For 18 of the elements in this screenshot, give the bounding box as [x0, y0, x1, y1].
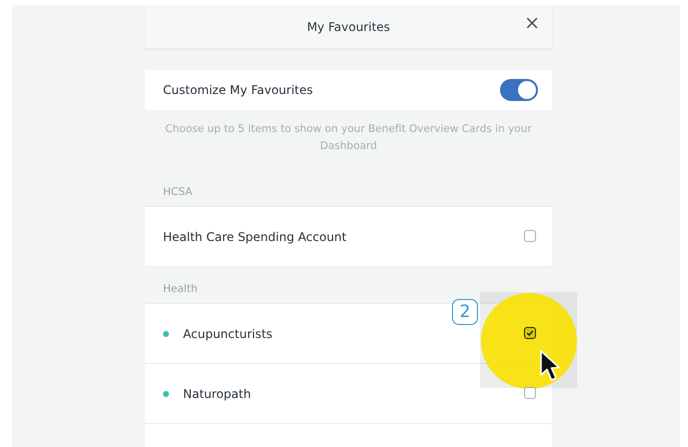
toggle-switch[interactable] [500, 79, 538, 101]
close-button[interactable]: × [520, 14, 544, 33]
checkbox[interactable] [524, 230, 536, 242]
item-label: Acupuncturists [183, 326, 272, 340]
section-label: HCSA [162, 185, 194, 200]
check-icon [526, 329, 534, 337]
item-label: Health Care Spending Account [163, 230, 346, 244]
dialog-title: My Favourites [306, 20, 390, 34]
list-row[interactable]: Health Care Spending Account [145, 206, 552, 267]
checkbox[interactable] [524, 327, 536, 339]
list-row[interactable]: Naturopath [145, 364, 552, 424]
item-label: Naturopath [183, 386, 251, 400]
checkbox[interactable] [524, 387, 536, 399]
section-label: Health [162, 282, 198, 297]
toggle-label: Customize My Favourites [163, 83, 313, 97]
step-badge: 2 [452, 299, 478, 325]
cursor-icon [539, 349, 561, 383]
description-text: Choose up to 5 items to show on your Benefit Overview Cards in your Dashboard [164, 122, 533, 154]
